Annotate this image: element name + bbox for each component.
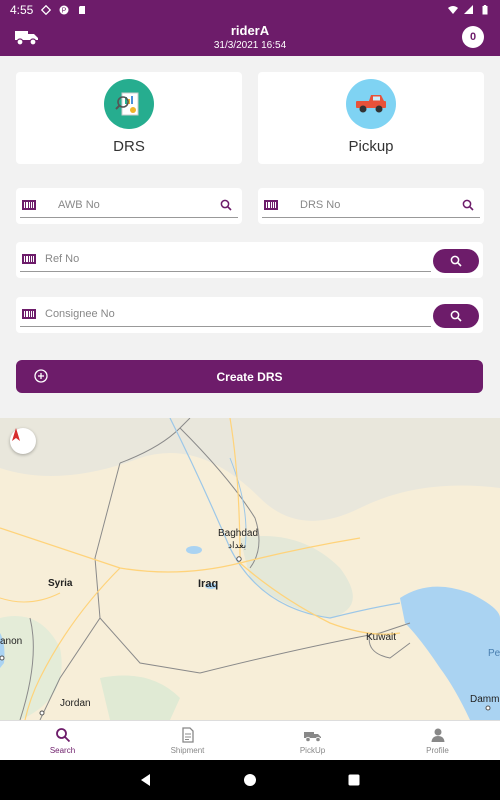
map-label-baghdad: Baghdad [218,528,259,539]
drs-report-icon [104,79,154,129]
rider-name: riderA [230,23,270,38]
create-drs-button[interactable]: Create DRS [16,360,483,393]
pickup-truck-icon [346,79,396,129]
system-navigation-bar [0,760,500,800]
nav-shipment-label: Shipment [170,745,205,755]
map-label-syria: Syria [48,578,73,589]
pickup-tile-label: Pickup [348,138,394,155]
ref-input[interactable] [45,252,431,265]
drs-input[interactable] [300,198,462,211]
document-icon [181,726,194,743]
ref-search-button[interactable] [433,249,479,273]
awb-card [16,188,242,224]
ref-card [16,242,483,278]
back-icon[interactable] [139,773,153,787]
app-bar: riderA 31/3/2021 16:54 0 [0,20,500,56]
map-label-jordan: Jordan [60,698,91,709]
map-label-lebanon: anon [0,636,23,647]
sd-card-icon [79,6,86,14]
nav-search[interactable]: Search [0,721,125,760]
consignee-input[interactable] [45,307,431,320]
home-icon[interactable] [243,773,257,787]
search-icon [450,255,462,267]
map-label-kuwait: Kuwait [366,632,397,643]
map-label-persian-gulf: Pe [488,648,500,659]
add-circle-icon [34,369,48,383]
drs-field [262,192,480,218]
search-icon [55,727,70,742]
compass-button[interactable] [10,428,36,454]
bottom-navigation: Search Shipment PickUp Profile [0,720,500,760]
app-notification-icon: P [59,5,69,15]
signal-icon [464,5,473,14]
status-time: 4:55 [10,3,34,17]
nav-search-label: Search [49,745,76,755]
compass-icon [12,428,20,441]
nav-profile[interactable]: Profile [375,721,500,760]
consignee-search-button[interactable] [433,304,479,328]
search-icon [450,310,462,322]
map-view[interactable]: Baghdad بغداد Syria Iraq Kuwait anon Jor… [0,418,500,720]
map-label-iraq: Iraq [198,578,219,590]
status-bar: 4:55 P [0,0,500,20]
nav-shipment[interactable]: Shipment [125,721,250,760]
pickup-tile[interactable]: Pickup [258,72,484,164]
consignee-field [20,301,431,327]
map-canvas [0,418,500,720]
settings-diamond-icon [41,5,52,15]
search-icon[interactable] [220,199,232,211]
barcode-icon [22,199,36,210]
svg-text:P: P [62,8,67,15]
create-drs-label: Create DRS [216,369,283,384]
ref-field [20,246,431,272]
consignee-card [16,297,483,333]
drs-tile[interactable]: DRS [16,72,242,164]
battery-icon [482,5,488,15]
wifi-icon [448,6,458,14]
drs-card [258,188,484,224]
nav-profile-label: Profile [426,745,449,755]
truck-icon [303,731,321,742]
barcode-icon [264,199,278,210]
notification-badge[interactable]: 0 [462,26,484,48]
nav-pickup[interactable]: PickUp [250,721,375,760]
map-label-baghdad-arabic: بغداد [228,540,247,550]
date-time: 31/3/2021 16:54 [213,40,287,51]
search-icon[interactable] [462,199,474,211]
person-icon [431,728,444,742]
awb-input[interactable] [58,198,220,211]
barcode-icon [22,253,36,264]
recents-icon[interactable] [347,773,361,787]
drs-tile-label: DRS [113,138,145,155]
awb-field [20,192,238,218]
map-label-dammam: Damm [470,694,500,705]
nav-pickup-label: PickUp [299,745,326,755]
barcode-icon [22,308,36,319]
